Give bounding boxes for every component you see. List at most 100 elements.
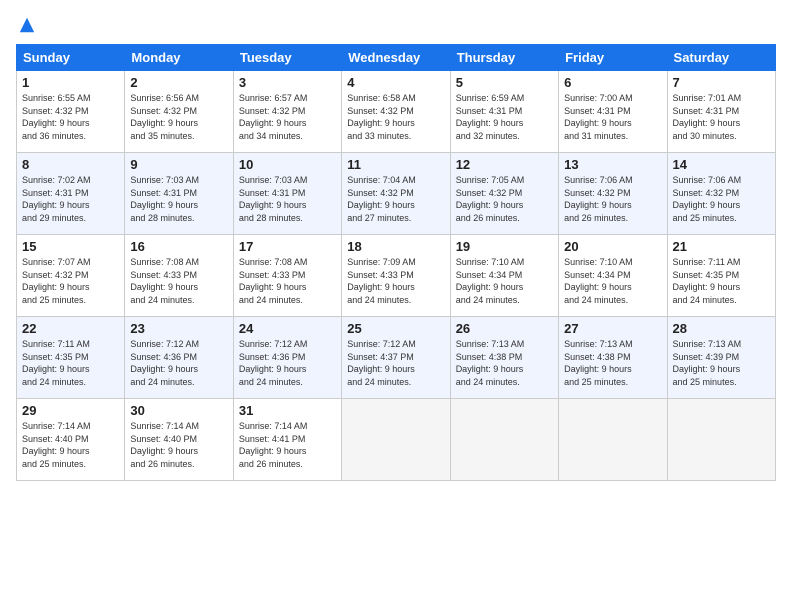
- day-info: Sunrise: 7:12 AM Sunset: 4:36 PM Dayligh…: [239, 338, 336, 388]
- day-number: 6: [564, 75, 661, 90]
- calendar-day: 15 Sunrise: 7:07 AM Sunset: 4:32 PM Dayli…: [17, 235, 125, 317]
- column-header-thursday: Thursday: [450, 45, 558, 71]
- day-number: 20: [564, 239, 661, 254]
- calendar-day: 10 Sunrise: 7:03 AM Sunset: 4:31 PM Dayli…: [233, 153, 341, 235]
- day-info: Sunrise: 7:13 AM Sunset: 4:39 PM Dayligh…: [673, 338, 770, 388]
- day-number: 26: [456, 321, 553, 336]
- day-info: Sunrise: 7:08 AM Sunset: 4:33 PM Dayligh…: [130, 256, 227, 306]
- day-number: 18: [347, 239, 444, 254]
- day-info: Sunrise: 6:55 AM Sunset: 4:32 PM Dayligh…: [22, 92, 119, 142]
- calendar-day: 7 Sunrise: 7:01 AM Sunset: 4:31 PM Daylig…: [667, 71, 775, 153]
- day-info: Sunrise: 6:56 AM Sunset: 4:32 PM Dayligh…: [130, 92, 227, 142]
- calendar-day: 8 Sunrise: 7:02 AM Sunset: 4:31 PM Daylig…: [17, 153, 125, 235]
- calendar-day: 23Sunrise: 7:12 AM Sunset: 4:36 PM Dayli…: [125, 317, 233, 399]
- day-number: 10: [239, 157, 336, 172]
- day-number: 16: [130, 239, 227, 254]
- calendar-day: 17Sunrise: 7:08 AM Sunset: 4:33 PM Dayli…: [233, 235, 341, 317]
- day-number: 11: [347, 157, 444, 172]
- column-header-tuesday: Tuesday: [233, 45, 341, 71]
- calendar-day: 29Sunrise: 7:14 AM Sunset: 4:40 PM Dayli…: [17, 399, 125, 481]
- day-info: Sunrise: 7:10 AM Sunset: 4:34 PM Dayligh…: [564, 256, 661, 306]
- calendar-day: 9 Sunrise: 7:03 AM Sunset: 4:31 PM Daylig…: [125, 153, 233, 235]
- calendar-week-row: 22Sunrise: 7:11 AM Sunset: 4:35 PM Dayli…: [17, 317, 776, 399]
- column-header-wednesday: Wednesday: [342, 45, 450, 71]
- calendar-day: 24Sunrise: 7:12 AM Sunset: 4:36 PM Dayli…: [233, 317, 341, 399]
- column-header-saturday: Saturday: [667, 45, 775, 71]
- calendar-day: 20 Sunrise: 7:10 AM Sunset: 4:34 PM Dayli…: [559, 235, 667, 317]
- day-number: 28: [673, 321, 770, 336]
- calendar-day: 2Sunrise: 6:56 AM Sunset: 4:32 PM Daylig…: [125, 71, 233, 153]
- calendar-day: 27 Sunrise: 7:13 AM Sunset: 4:38 PM Dayli…: [559, 317, 667, 399]
- calendar-day: 12Sunrise: 7:05 AM Sunset: 4:32 PM Dayli…: [450, 153, 558, 235]
- day-number: 13: [564, 157, 661, 172]
- column-header-sunday: Sunday: [17, 45, 125, 71]
- day-number: 31: [239, 403, 336, 418]
- day-number: 9: [130, 157, 227, 172]
- calendar-day: [450, 399, 558, 481]
- day-info: Sunrise: 7:14 AM Sunset: 4:40 PM Dayligh…: [130, 420, 227, 470]
- day-info: Sunrise: 7:03 AM Sunset: 4:31 PM Dayligh…: [130, 174, 227, 224]
- calendar-container: SundayMondayTuesdayWednesdayThursdayFrid…: [0, 0, 792, 489]
- day-info: Sunrise: 7:08 AM Sunset: 4:33 PM Dayligh…: [239, 256, 336, 306]
- day-number: 3: [239, 75, 336, 90]
- calendar-day: 6 Sunrise: 7:00 AM Sunset: 4:31 PM Daylig…: [559, 71, 667, 153]
- day-info: Sunrise: 7:00 AM Sunset: 4:31 PM Dayligh…: [564, 92, 661, 142]
- day-info: Sunrise: 7:12 AM Sunset: 4:36 PM Dayligh…: [130, 338, 227, 388]
- day-info: Sunrise: 7:11 AM Sunset: 4:35 PM Dayligh…: [673, 256, 770, 306]
- day-number: 15: [22, 239, 119, 254]
- calendar-day: [667, 399, 775, 481]
- logo: [16, 16, 36, 34]
- calendar-table: SundayMondayTuesdayWednesdayThursdayFrid…: [16, 44, 776, 481]
- column-header-monday: Monday: [125, 45, 233, 71]
- calendar-day: 31 Sunrise: 7:14 AM Sunset: 4:41 PM Dayli…: [233, 399, 341, 481]
- day-info: Sunrise: 7:01 AM Sunset: 4:31 PM Dayligh…: [673, 92, 770, 142]
- day-info: Sunrise: 7:10 AM Sunset: 4:34 PM Dayligh…: [456, 256, 553, 306]
- day-info: Sunrise: 7:13 AM Sunset: 4:38 PM Dayligh…: [456, 338, 553, 388]
- day-info: Sunrise: 7:07 AM Sunset: 4:32 PM Dayligh…: [22, 256, 119, 306]
- calendar-day: 30Sunrise: 7:14 AM Sunset: 4:40 PM Dayli…: [125, 399, 233, 481]
- calendar-day: 19 Sunrise: 7:10 AM Sunset: 4:34 PM Dayli…: [450, 235, 558, 317]
- day-info: Sunrise: 7:03 AM Sunset: 4:31 PM Dayligh…: [239, 174, 336, 224]
- calendar-day: 5 Sunrise: 6:59 AM Sunset: 4:31 PM Daylig…: [450, 71, 558, 153]
- header: [16, 16, 776, 34]
- day-number: 5: [456, 75, 553, 90]
- day-number: 19: [456, 239, 553, 254]
- calendar-day: 4 Sunrise: 6:58 AM Sunset: 4:32 PM Daylig…: [342, 71, 450, 153]
- day-info: Sunrise: 7:06 AM Sunset: 4:32 PM Dayligh…: [564, 174, 661, 224]
- day-info: Sunrise: 7:06 AM Sunset: 4:32 PM Dayligh…: [673, 174, 770, 224]
- calendar-day: 14 Sunrise: 7:06 AM Sunset: 4:32 PM Dayli…: [667, 153, 775, 235]
- day-info: Sunrise: 7:04 AM Sunset: 4:32 PM Dayligh…: [347, 174, 444, 224]
- day-info: Sunrise: 7:13 AM Sunset: 4:38 PM Dayligh…: [564, 338, 661, 388]
- calendar-day: 26 Sunrise: 7:13 AM Sunset: 4:38 PM Dayli…: [450, 317, 558, 399]
- calendar-day: 11 Sunrise: 7:04 AM Sunset: 4:32 PM Dayli…: [342, 153, 450, 235]
- day-number: 27: [564, 321, 661, 336]
- day-info: Sunrise: 7:12 AM Sunset: 4:37 PM Dayligh…: [347, 338, 444, 388]
- day-info: Sunrise: 6:59 AM Sunset: 4:31 PM Dayligh…: [456, 92, 553, 142]
- calendar-day: 13 Sunrise: 7:06 AM Sunset: 4:32 PM Dayli…: [559, 153, 667, 235]
- day-number: 4: [347, 75, 444, 90]
- calendar-week-row: 15 Sunrise: 7:07 AM Sunset: 4:32 PM Dayli…: [17, 235, 776, 317]
- day-number: 7: [673, 75, 770, 90]
- calendar-day: 28 Sunrise: 7:13 AM Sunset: 4:39 PM Dayli…: [667, 317, 775, 399]
- calendar-day: 21 Sunrise: 7:11 AM Sunset: 4:35 PM Dayli…: [667, 235, 775, 317]
- calendar-day: 25Sunrise: 7:12 AM Sunset: 4:37 PM Dayli…: [342, 317, 450, 399]
- calendar-week-row: 1Sunrise: 6:55 AM Sunset: 4:32 PM Daylig…: [17, 71, 776, 153]
- day-number: 21: [673, 239, 770, 254]
- day-number: 14: [673, 157, 770, 172]
- column-header-friday: Friday: [559, 45, 667, 71]
- calendar-day: 16 Sunrise: 7:08 AM Sunset: 4:33 PM Dayli…: [125, 235, 233, 317]
- day-info: Sunrise: 7:14 AM Sunset: 4:41 PM Dayligh…: [239, 420, 336, 470]
- day-info: Sunrise: 7:09 AM Sunset: 4:33 PM Dayligh…: [347, 256, 444, 306]
- logo-text: [16, 16, 36, 34]
- day-info: Sunrise: 7:14 AM Sunset: 4:40 PM Dayligh…: [22, 420, 119, 470]
- day-info: Sunrise: 6:57 AM Sunset: 4:32 PM Dayligh…: [239, 92, 336, 142]
- day-info: Sunrise: 7:02 AM Sunset: 4:31 PM Dayligh…: [22, 174, 119, 224]
- calendar-day: 1Sunrise: 6:55 AM Sunset: 4:32 PM Daylig…: [17, 71, 125, 153]
- calendar-week-row: 8 Sunrise: 7:02 AM Sunset: 4:31 PM Daylig…: [17, 153, 776, 235]
- calendar-day: 22Sunrise: 7:11 AM Sunset: 4:35 PM Dayli…: [17, 317, 125, 399]
- calendar-day: [559, 399, 667, 481]
- day-number: 8: [22, 157, 119, 172]
- calendar-day: 18 Sunrise: 7:09 AM Sunset: 4:33 PM Dayli…: [342, 235, 450, 317]
- day-info: Sunrise: 6:58 AM Sunset: 4:32 PM Dayligh…: [347, 92, 444, 142]
- logo-icon: [18, 16, 36, 34]
